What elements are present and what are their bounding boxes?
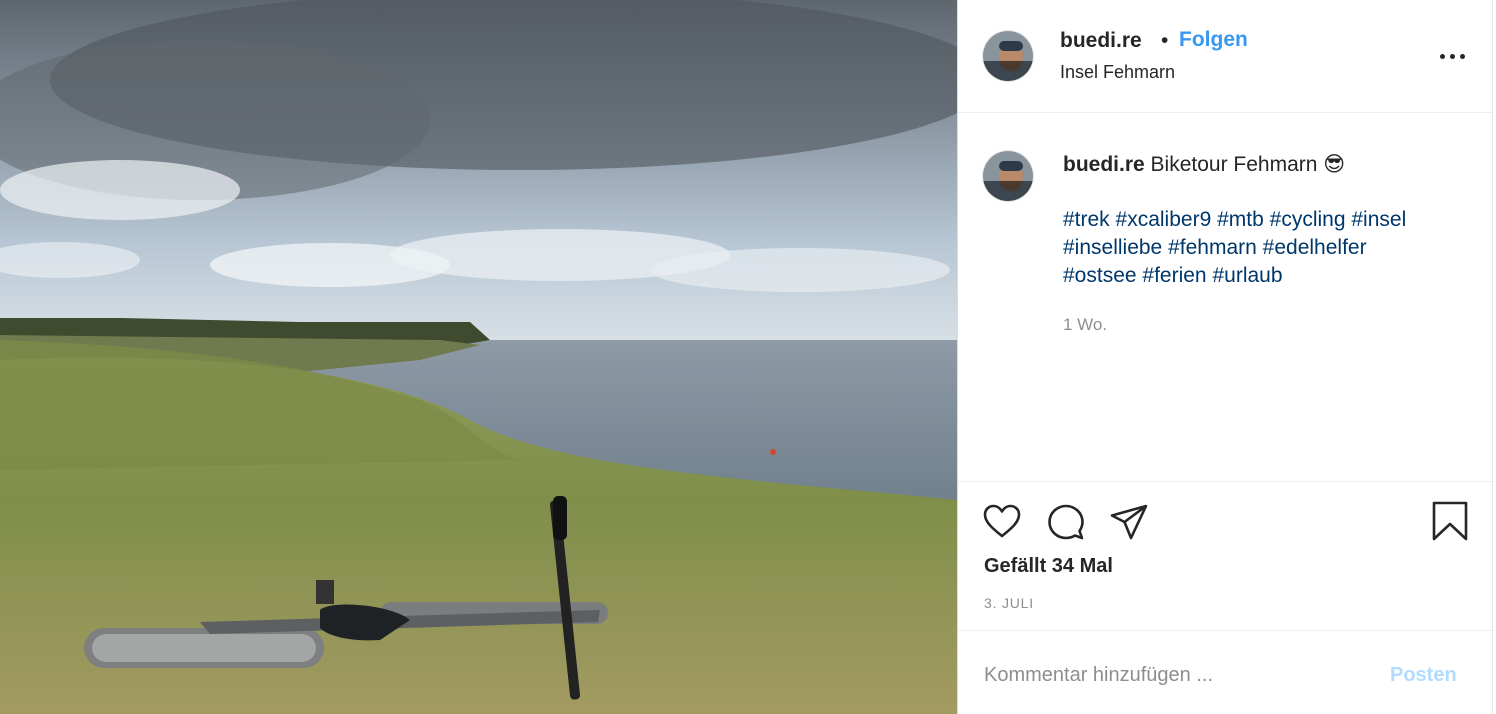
caption-body: Biketour Fehmarn [1150, 153, 1318, 176]
caption-timestamp[interactable]: 1 Wo. [1063, 315, 1107, 335]
caption-avatar-image [983, 151, 1033, 201]
hashtag-list: #trek #xcaliber9 #mtb #cycling #insel #i… [1063, 206, 1483, 290]
hashtag-link[interactable]: #mtb [1217, 208, 1264, 231]
hashtag-link[interactable]: #inselliebe [1063, 236, 1162, 259]
comment-icon[interactable] [1046, 502, 1086, 542]
post-photo-graphic [0, 0, 957, 714]
action-bar: Gefällt 34 Mal 3. JULI [958, 481, 1493, 631]
hashtag-link[interactable]: #trek [1063, 208, 1110, 231]
avatar[interactable] [982, 30, 1034, 82]
post-comment-button[interactable]: Posten [1390, 664, 1457, 687]
heart-icon[interactable] [982, 502, 1022, 542]
more-options-icon[interactable] [1438, 44, 1468, 68]
hashtag-link[interactable]: #urlaub [1212, 264, 1282, 287]
post-date[interactable]: 3. JULI [984, 595, 1034, 611]
comment-form: Posten [958, 632, 1493, 714]
caption-username[interactable]: buedi.re [1063, 153, 1145, 176]
header-username[interactable]: buedi.re [1060, 29, 1142, 53]
panel-edge [1492, 0, 1496, 714]
separator-dot: • [1161, 29, 1169, 52]
sunglasses-emoji: 😎 [1323, 153, 1346, 176]
avatar-image [983, 31, 1033, 81]
hashtag-link[interactable]: #fehmarn [1168, 236, 1257, 259]
likes-count[interactable]: Gefällt 34 Mal [984, 555, 1113, 578]
hashtag-link[interactable]: #cycling [1270, 208, 1346, 231]
comment-input[interactable] [984, 660, 1364, 690]
caption-text: buedi.re Biketour Fehmarn 😎 [1063, 151, 1473, 179]
hashtag-link[interactable]: #edelhelfer [1263, 236, 1367, 259]
hashtag-link[interactable]: #insel [1351, 208, 1406, 231]
hashtag-link[interactable]: #xcaliber9 [1116, 208, 1212, 231]
hashtag-link[interactable]: #ferien [1142, 264, 1206, 287]
hashtag-link[interactable]: #ostsee [1063, 264, 1137, 287]
post-details-panel: buedi.re • Folgen Insel Fehmarn buedi.re… [957, 0, 1496, 714]
follow-button[interactable]: Folgen [1179, 28, 1248, 52]
caption-avatar[interactable] [982, 150, 1034, 202]
share-icon[interactable] [1109, 502, 1149, 542]
location-link[interactable]: Insel Fehmarn [1060, 62, 1175, 83]
post-header: buedi.re • Folgen Insel Fehmarn [958, 0, 1493, 113]
bookmark-icon[interactable] [1431, 500, 1469, 542]
post-photo[interactable] [0, 0, 957, 714]
